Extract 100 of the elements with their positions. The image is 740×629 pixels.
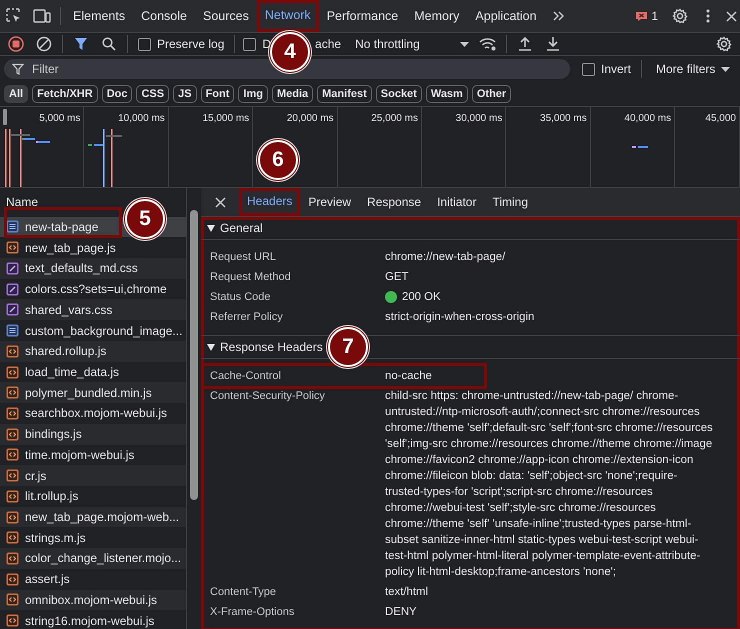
request-row[interactable]: cr.js (0, 465, 186, 486)
expand-icon[interactable] (207, 224, 215, 232)
more-filters-dropdown[interactable]: More filters (656, 62, 716, 76)
panel-tab[interactable]: Sources (194, 0, 257, 32)
panel-tab[interactable]: Application (467, 0, 545, 32)
panel-tab[interactable]: Network (256, 0, 319, 32)
section-title[interactable]: General (220, 221, 263, 235)
type-filter-chip[interactable]: All (4, 85, 28, 103)
step-number-badge: 5 (125, 199, 165, 239)
issue-icon[interactable] (635, 10, 648, 22)
file-name[interactable]: bindings.js (25, 427, 82, 442)
request-row[interactable]: custom_background_image... (0, 320, 186, 341)
request-row[interactable]: time.mojom-webui.js (0, 444, 186, 466)
download-icon[interactable] (546, 36, 560, 52)
file-name[interactable]: cr.js (25, 468, 46, 483)
request-row[interactable]: shared.rollup.js (0, 340, 186, 362)
inspect-icon[interactable] (6, 8, 22, 24)
detail-tab[interactable]: Headers (239, 188, 300, 216)
type-filter-chip[interactable]: Fetch/XHR (32, 85, 98, 103)
request-row[interactable]: colors.css?sets=ui,chrome (0, 278, 186, 300)
search-icon[interactable] (102, 37, 116, 51)
file-name[interactable]: shared_vars.css (25, 302, 112, 317)
wifi-icon[interactable] (478, 37, 497, 51)
close-icon[interactable] (726, 10, 736, 22)
header-value: chrome://theme 'self';default-src 'self';font-src chrome://resources (385, 421, 713, 436)
record-icon[interactable] (8, 36, 24, 52)
file-name[interactable]: colors.css?sets=ui,chrome (25, 282, 167, 296)
request-row[interactable]: load_time_data.js (0, 362, 186, 382)
caret-icon[interactable] (721, 66, 730, 72)
file-name[interactable]: string16.mojom-webui.js (25, 614, 154, 628)
request-row[interactable]: shared_vars.css (0, 299, 186, 320)
column-header[interactable]: Name (6, 195, 38, 210)
device-icon[interactable] (33, 9, 51, 23)
request-row[interactable]: searchbox.mojom-webui.js (0, 403, 186, 424)
file-name[interactable]: color_change_listener.mojo... (25, 551, 182, 566)
request-row[interactable]: omnibox.mojom-webui.js (0, 590, 186, 610)
file-name[interactable]: load_time_data.js (25, 365, 120, 379)
request-row[interactable]: text_defaults_md.css (0, 258, 186, 279)
detail-tab[interactable]: Response (359, 188, 430, 216)
upload-icon[interactable] (518, 36, 532, 52)
type-filter-chip[interactable]: Manifest (317, 85, 372, 103)
type-filter-chip[interactable]: Socket (376, 85, 422, 103)
checkbox-label[interactable]: Invert (601, 62, 632, 76)
funnel-icon[interactable] (12, 63, 24, 75)
file-name[interactable]: assert.js (25, 572, 70, 586)
type-filter-chip[interactable]: CSS (136, 85, 170, 103)
request-row[interactable]: string16.mojom-webui.js (0, 610, 186, 629)
file-name[interactable]: omnibox.mojom-webui.js (25, 592, 158, 607)
settings-icon[interactable] (716, 36, 732, 52)
file-name[interactable]: text_defaults_md.css (25, 261, 138, 276)
request-row[interactable]: new_tab_page.js (0, 237, 186, 258)
checkbox-label[interactable]: Preserve log (157, 37, 224, 51)
file-name[interactable]: new_tab_page.js (25, 240, 116, 255)
script-icon (6, 366, 19, 378)
settings-icon[interactable] (672, 8, 688, 24)
panel-tab[interactable]: Elements (65, 0, 134, 32)
checkbox[interactable] (243, 38, 256, 50)
file-name[interactable]: time.mojom-webui.js (25, 448, 134, 462)
type-filter-chip[interactable]: Wasm (426, 85, 468, 103)
type-filter-chip[interactable]: Other (472, 85, 512, 103)
panel-tab[interactable]: Memory (406, 0, 468, 32)
detail-tab[interactable]: Preview (300, 188, 360, 216)
more-icon[interactable] (706, 9, 710, 23)
expand-icon[interactable] (207, 343, 215, 351)
file-name[interactable]: new-tab-page (25, 220, 98, 234)
file-name[interactable]: strings.m.js (25, 530, 86, 545)
type-filter-chip[interactable]: Img (238, 85, 268, 103)
type-filter-chip[interactable]: JS (173, 85, 197, 103)
caret-icon[interactable] (460, 42, 470, 46)
throttling-select[interactable]: No throttling (355, 37, 420, 51)
section-title[interactable]: Response Headers (220, 340, 323, 354)
type-filter-chip[interactable]: Font (200, 85, 234, 103)
file-name[interactable]: shared.rollup.js (25, 344, 106, 358)
filter-icon[interactable] (74, 37, 88, 51)
type-filter-chip[interactable]: Media (272, 85, 314, 103)
issue-count[interactable]: 1 (651, 9, 658, 23)
close-icon[interactable] (214, 196, 226, 208)
file-name[interactable]: searchbox.mojom-webui.js (25, 406, 168, 420)
request-row[interactable]: assert.js (0, 568, 186, 590)
panel-tab[interactable]: Console (133, 0, 195, 32)
request-row[interactable]: bindings.js (0, 424, 186, 445)
request-row[interactable]: lit.rollup.js (0, 486, 186, 507)
request-row[interactable]: strings.m.js (0, 527, 186, 548)
checkbox[interactable] (138, 38, 151, 50)
request-row[interactable]: new_tab_page.mojom-web... (0, 506, 186, 528)
file-name[interactable]: custom_background_image... (25, 324, 182, 338)
file-name[interactable]: lit.rollup.js (25, 489, 78, 504)
type-filter-chip[interactable]: Doc (102, 85, 132, 103)
file-name[interactable]: new_tab_page.mojom-web... (25, 510, 180, 524)
checkbox[interactable] (582, 62, 595, 76)
checkbox-label[interactable]: ache (315, 37, 342, 51)
panel-tab[interactable]: Performance (318, 0, 406, 32)
filter-field[interactable]: Filter (4, 59, 570, 79)
detail-tab[interactable]: Timing (484, 188, 536, 216)
more-tabs-icon[interactable] (552, 10, 565, 22)
file-name[interactable]: polymer_bundled.min.js (25, 386, 152, 400)
clear-icon[interactable] (36, 36, 52, 52)
detail-tab[interactable]: Initiator (429, 188, 484, 216)
request-row[interactable]: polymer_bundled.min.js (0, 382, 186, 404)
request-row[interactable]: color_change_listener.mojo... (0, 548, 186, 569)
